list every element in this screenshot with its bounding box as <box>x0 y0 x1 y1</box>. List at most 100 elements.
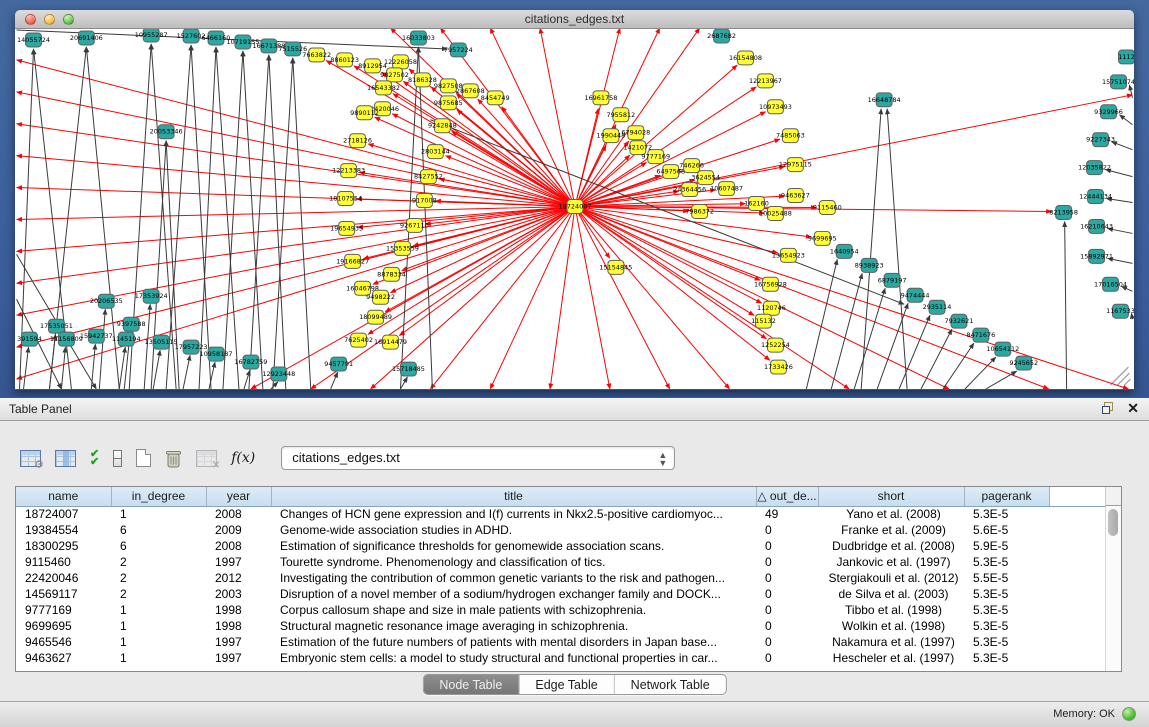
table-cell[interactable]: 1998 <box>206 618 271 634</box>
table-cell[interactable]: 9463627 <box>16 650 111 666</box>
table-cell[interactable]: Stergiakouli et al. (2012) <box>818 570 964 586</box>
column-header[interactable]: in_degree <box>111 487 206 506</box>
zoom-window-button[interactable] <box>63 14 74 25</box>
table-cell[interactable]: 0 <box>756 522 818 538</box>
new-table-button[interactable] <box>136 449 151 467</box>
table-cell[interactable]: Changes of HCN gene expression and I(f) … <box>271 506 756 522</box>
table-cell[interactable]: 2003 <box>206 586 271 602</box>
table-cell[interactable]: 0 <box>756 554 818 570</box>
citation-edge[interactable] <box>371 207 575 389</box>
tab-network-table[interactable]: Network Table <box>614 675 726 694</box>
table-cell[interactable]: Corpus callosum shape and size in male p… <box>271 602 756 618</box>
network-graph[interactable]: 1405572420691406109552871527602646616010… <box>15 29 1134 389</box>
table-cell[interactable]: 2008 <box>206 538 271 554</box>
table-cell[interactable]: 2008 <box>206 506 271 522</box>
table-cell[interactable]: 5.3E-5 <box>964 602 1049 618</box>
citation-edge[interactable] <box>887 109 907 389</box>
citation-edge[interactable] <box>216 47 239 389</box>
citation-edge[interactable] <box>806 259 837 389</box>
table-cell[interactable]: 14569117 <box>16 586 111 602</box>
citation-edge[interactable] <box>986 371 1017 389</box>
table-cell[interactable]: Dudbridge et al. (2008) <box>818 538 964 554</box>
tab-node-table[interactable]: Node Table <box>423 675 518 694</box>
citation-edge[interactable] <box>183 355 190 389</box>
column-header[interactable]: short <box>818 487 964 506</box>
network-window[interactable]: citations_edges.txt 140557242069140610 <box>15 10 1134 390</box>
table-row[interactable]: 1830029562008Estimation of significance … <box>16 538 1106 554</box>
table-cell[interactable]: 9699695 <box>16 618 111 634</box>
table-cell[interactable]: 2 <box>111 586 206 602</box>
minimize-window-button[interactable] <box>44 14 55 25</box>
table-panel-header[interactable]: Table Panel ✕ <box>0 398 1149 421</box>
table-row[interactable]: 2242004622012Investigating the contribut… <box>16 570 1106 586</box>
network-canvas[interactable]: 1405572420691406109552871527602646616010… <box>15 29 1134 389</box>
table-row[interactable]: 911546021997Tourette syndrome. Phenomeno… <box>16 554 1106 570</box>
column-header[interactable]: △ out_de... <box>756 487 818 506</box>
table-cell[interactable]: 18724007 <box>16 506 111 522</box>
table-cell[interactable]: 2009 <box>206 522 271 538</box>
column-header[interactable]: pagerank <box>964 487 1049 506</box>
table-row[interactable]: 969969511998Structural magnetic resonanc… <box>16 618 1106 634</box>
close-panel-icon[interactable]: ✕ <box>1127 401 1139 415</box>
table-cell[interactable]: 0 <box>756 618 818 634</box>
citation-edge[interactable] <box>119 347 125 389</box>
table-cell[interactable]: Yano et al. (2008) <box>818 506 964 522</box>
table-cell[interactable]: 5.5E-5 <box>964 570 1049 586</box>
citation-edge[interactable] <box>243 51 263 389</box>
tab-edge-table[interactable]: Edge Table <box>518 675 613 694</box>
table-cell[interactable]: Estimation of significance thresholds fo… <box>271 538 756 554</box>
table-cell[interactable]: 9465546 <box>16 634 111 650</box>
table-cell[interactable]: Nakamura et al. (1997) <box>818 634 964 650</box>
table-cell[interactable]: 18300295 <box>16 538 111 554</box>
table-cell[interactable]: Estimation of the future numbers of pati… <box>271 634 756 650</box>
table-cell[interactable]: Franke et al. (2009) <box>818 522 964 538</box>
table-cell[interactable]: 1 <box>111 650 206 666</box>
citation-edge[interactable] <box>540 29 575 207</box>
table-cell[interactable]: 2 <box>111 570 206 586</box>
citation-edge[interactable] <box>575 207 949 389</box>
table-cell[interactable]: 0 <box>756 634 818 650</box>
table-cell[interactable]: 6 <box>111 522 206 538</box>
column-header[interactable]: title <box>271 487 756 506</box>
table-cell[interactable]: 0 <box>756 602 818 618</box>
table-cell[interactable]: 0 <box>756 570 818 586</box>
table-cell[interactable]: Structural magnetic resonance image aver… <box>271 618 756 634</box>
table-cell[interactable]: 0 <box>756 538 818 554</box>
column-header[interactable]: name <box>16 487 111 506</box>
citation-edge[interactable] <box>17 207 575 348</box>
table-cell[interactable]: Wolkin et al. (1998) <box>818 618 964 634</box>
table-cell[interactable]: 22420046 <box>16 570 111 586</box>
citation-edge[interactable] <box>575 207 762 304</box>
citation-edge[interactable] <box>575 29 700 207</box>
citation-edge[interactable] <box>17 60 575 207</box>
citation-edge[interactable] <box>575 207 610 389</box>
table-cell[interactable]: 9777169 <box>16 602 111 618</box>
table-cell[interactable]: 5.3E-5 <box>964 618 1049 634</box>
citation-edge[interactable] <box>861 109 881 389</box>
citation-edge[interactable] <box>575 207 670 389</box>
citation-edge[interactable] <box>249 55 269 389</box>
table-cell[interactable]: 5.3E-5 <box>964 506 1049 522</box>
citation-edge[interactable] <box>1119 115 1132 125</box>
table-cell[interactable]: Jankovic et al. (1997) <box>818 554 964 570</box>
table-cell[interactable]: 5.3E-5 <box>964 634 1049 650</box>
table-cell[interactable]: 0 <box>756 586 818 602</box>
table-cell[interactable]: Embryonic stem cells: a model to study s… <box>271 650 756 666</box>
function-builder-button[interactable]: f(x) <box>231 450 255 466</box>
column-header[interactable]: year <box>206 487 271 506</box>
citation-edge[interactable] <box>575 207 770 361</box>
table-row[interactable]: 1872400712008Changes of HCN gene express… <box>16 506 1106 522</box>
table-cell[interactable]: 9115460 <box>16 554 111 570</box>
table-cell[interactable]: 5.9E-5 <box>964 538 1049 554</box>
table-cell[interactable]: 49 <box>756 506 818 522</box>
citation-edge[interactable] <box>575 207 1128 389</box>
select-columns-button[interactable] <box>55 450 76 467</box>
vertical-scrollbar[interactable] <box>1105 506 1121 671</box>
citation-edge[interactable] <box>61 347 65 389</box>
table-cell[interactable]: Tibbo et al. (1998) <box>818 602 964 618</box>
table-cell[interactable]: 2012 <box>206 570 271 586</box>
table-cell[interactable]: Hescheler et al. (1997) <box>818 650 964 666</box>
citation-edge[interactable] <box>1129 85 1132 98</box>
table-cell[interactable]: 1997 <box>206 554 271 570</box>
table-cell[interactable]: Investigating the contribution of common… <box>271 570 756 586</box>
